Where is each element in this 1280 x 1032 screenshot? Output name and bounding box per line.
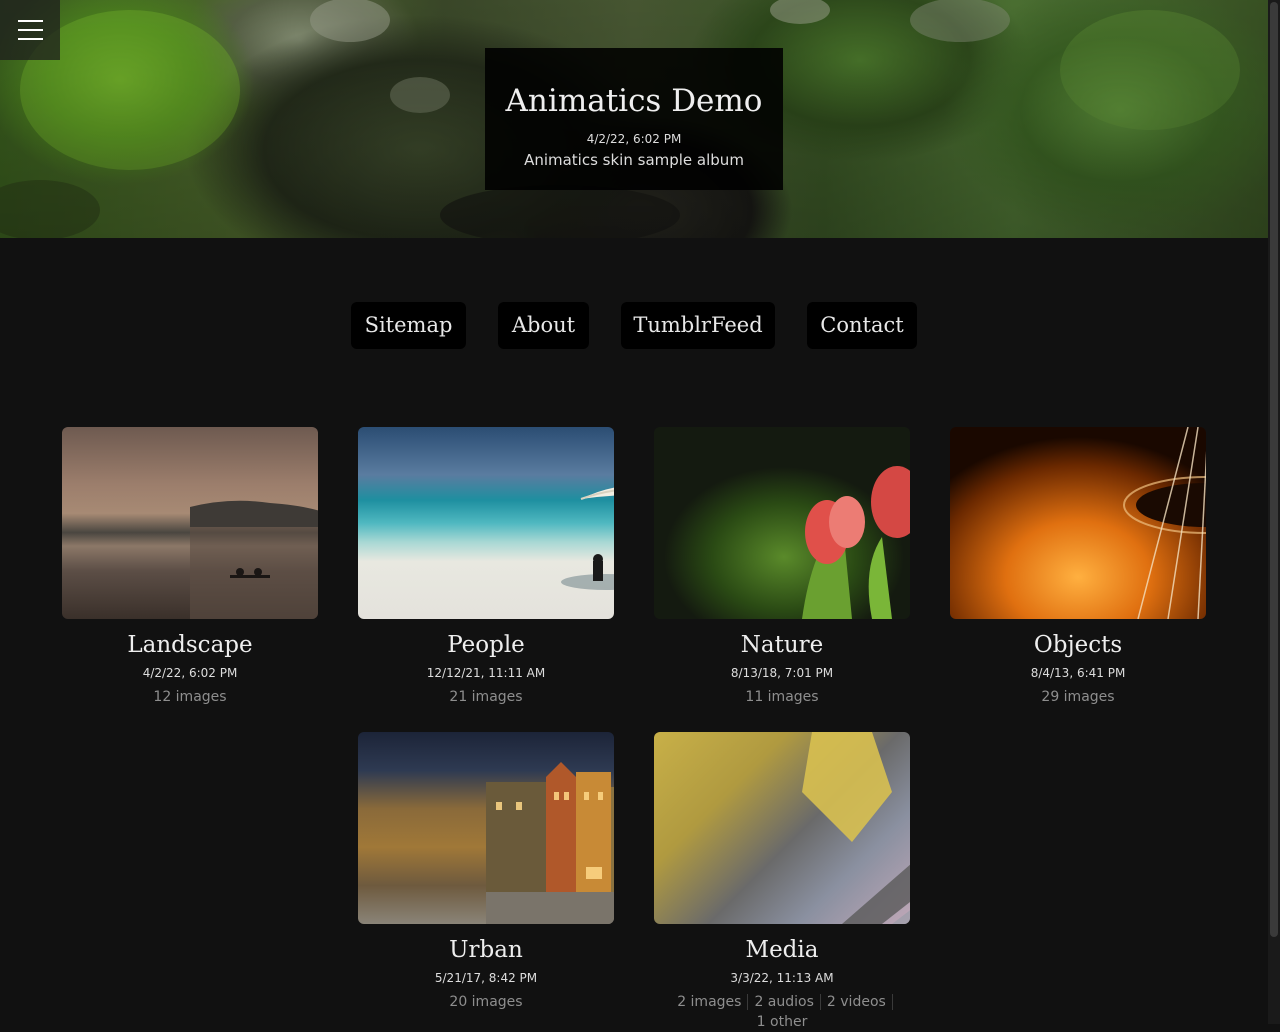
album-thumbnail[interactable] (358, 732, 614, 924)
album-date: 8/13/18, 7:01 PM (730, 666, 834, 680)
urban-thumbnail-art (486, 762, 614, 924)
album-date: 5/21/17, 8:42 PM (434, 971, 538, 985)
album-thumbnail[interactable] (654, 427, 910, 619)
album-stat-videos: 2 videos (820, 994, 893, 1010)
album-stat-images: 2 images (671, 994, 749, 1010)
album-name[interactable]: Nature (654, 631, 910, 659)
hamburger-menu-icon (18, 20, 43, 22)
album-date: 4/2/22, 6:02 PM (586, 132, 682, 146)
nav-contact-button[interactable]: Contact (807, 302, 917, 349)
objects-thumbnail-art (1123, 427, 1206, 619)
album-subtitle: Animatics skin sample album (524, 151, 744, 169)
album-name[interactable]: Media (654, 936, 910, 964)
album-thumbnail[interactable] (358, 427, 614, 619)
album-count: 11 images (745, 689, 819, 705)
nature-thumbnail-art (802, 466, 910, 619)
album-title: Animatics Demo (505, 83, 763, 119)
album-thumbnail[interactable] (950, 427, 1206, 619)
album-name[interactable]: Objects (950, 631, 1206, 659)
menu-button[interactable] (0, 0, 60, 60)
scrollbar-thumb[interactable] (1270, 2, 1278, 937)
hamburger-menu-icon (18, 29, 43, 31)
album-name[interactable]: People (358, 631, 614, 659)
album-card-nature[interactable]: Nature 8/13/18, 7:01 PM 11 images (654, 427, 910, 707)
album-card-media[interactable]: Media 3/3/22, 11:13 AM 2 images 2 audios 2… (654, 732, 910, 1032)
album-date: 8/4/13, 6:41 PM (1030, 666, 1126, 680)
album-count: 20 images (449, 994, 523, 1010)
nav-about-button[interactable]: About (498, 302, 589, 349)
album-count: 12 images (153, 689, 227, 705)
album-date: 12/12/21, 11:11 AM (426, 666, 546, 680)
album-card-people[interactable]: People 12/12/21, 11:11 AM 21 images (358, 427, 614, 707)
page-scrollbar[interactable] (1268, 0, 1280, 1024)
album-count: 21 images (449, 689, 523, 705)
album-title-box: Animatics Demo 4/2/22, 6:02 PM Animatics… (485, 48, 783, 190)
album-date: 3/3/22, 11:13 AM (730, 971, 834, 985)
media-thumbnail-art (802, 732, 910, 924)
landscape-thumbnail-art (190, 500, 318, 619)
album-count: 29 images (1041, 689, 1115, 705)
album-thumbnail[interactable] (654, 732, 910, 924)
hamburger-menu-icon (18, 38, 43, 40)
album-media-stats: 2 images 2 audios 2 videos 1 other (654, 992, 910, 1032)
album-card-urban[interactable]: Urban 5/21/17, 8:42 PM 20 images (358, 732, 614, 1012)
album-thumbnail[interactable] (62, 427, 318, 619)
nav-sitemap-button[interactable]: Sitemap (351, 302, 466, 349)
album-card-landscape[interactable]: Landscape 4/2/22, 6:02 PM 12 images (62, 427, 318, 707)
album-date: 4/2/22, 6:02 PM (142, 666, 238, 680)
album-name[interactable]: Landscape (62, 631, 318, 659)
album-name[interactable]: Urban (358, 936, 614, 964)
people-thumbnail-art (561, 487, 614, 590)
album-stat-audios: 2 audios (748, 994, 821, 1010)
album-stat-other: 1 other (756, 1014, 808, 1030)
album-card-objects[interactable]: Objects 8/4/13, 6:41 PM 29 images (950, 427, 1206, 707)
nav-tumblrfeed-button[interactable]: TumblrFeed (621, 302, 775, 349)
